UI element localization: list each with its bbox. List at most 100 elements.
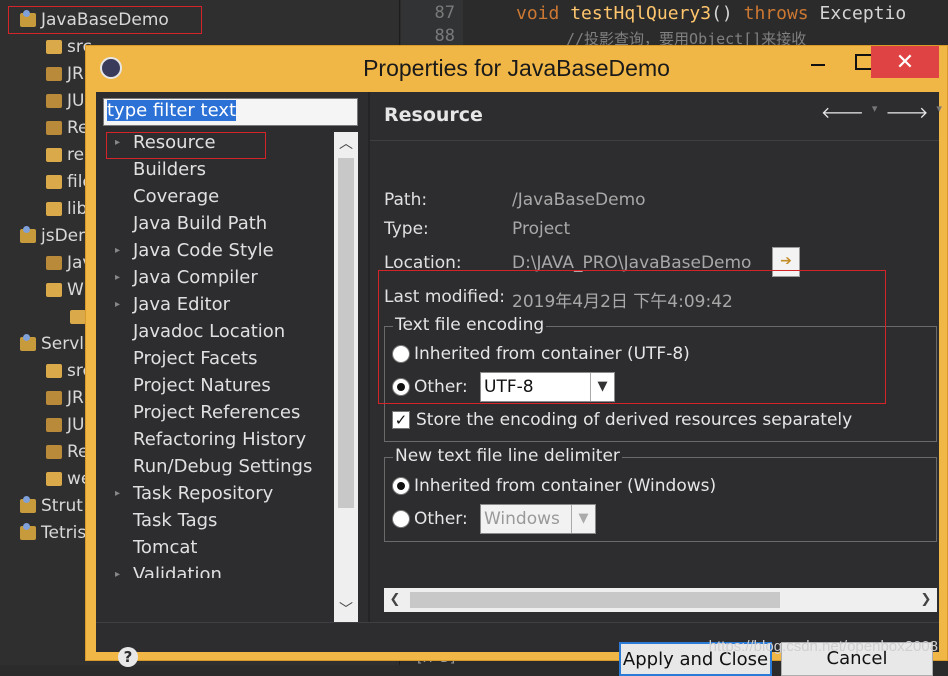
- radio-label: Other:: [414, 509, 468, 529]
- tree-item[interactable]: JR: [46, 384, 84, 411]
- nav-item-coverage[interactable]: Coverage: [133, 186, 219, 213]
- delimiter-inherited-radio[interactable]: Inherited from container (Windows): [392, 476, 716, 496]
- scroll-left-icon[interactable]: ❮: [384, 588, 406, 612]
- delimiter-select-value: Windows: [484, 509, 560, 529]
- code-keyword: void: [516, 3, 560, 24]
- nav-item-javadoc-location[interactable]: Javadoc Location: [133, 321, 285, 348]
- expand-icon[interactable]: ▸: [115, 569, 120, 580]
- folder-icon: [46, 201, 62, 216]
- code-type: Exceptio: [819, 3, 907, 24]
- tree-item[interactable]: lib: [46, 195, 87, 222]
- tree-item[interactable]: JU: [46, 87, 84, 114]
- footer-separator: [96, 622, 939, 623]
- scroll-thumb[interactable]: [410, 592, 780, 608]
- filter-input[interactable]: type filter text: [103, 98, 358, 126]
- path-label: Path:: [384, 190, 428, 210]
- close-button[interactable]: ✕: [871, 46, 939, 78]
- nav-item-validation[interactable]: Validation: [133, 564, 222, 578]
- page-navigation: 🡐 ▾ 🡒 ▾ ▾: [821, 102, 948, 122]
- tree-item[interactable]: Re: [46, 114, 89, 141]
- back-dropdown-icon[interactable]: ▾: [872, 102, 878, 122]
- library-icon: [46, 66, 62, 81]
- line-number-gutter: 87 88: [401, 0, 463, 48]
- nav-item-java-code-style[interactable]: Java Code Style: [133, 240, 274, 267]
- filter-input-text: type filter text: [107, 100, 237, 121]
- scroll-thumb[interactable]: [338, 158, 354, 508]
- expand-icon[interactable]: ▸: [115, 245, 120, 256]
- project-icon: [20, 333, 36, 351]
- back-arrow-icon[interactable]: 🡐: [821, 102, 864, 122]
- title-separator: [370, 140, 939, 141]
- line-number: 87: [434, 3, 455, 23]
- nav-item-project-references[interactable]: Project References: [133, 402, 300, 429]
- open-folder-icon: ➔: [780, 253, 792, 269]
- radio-label: Inherited from container (Windows): [414, 476, 717, 496]
- tree-label: JU: [67, 414, 85, 435]
- nav-item-java-compiler[interactable]: Java Compiler: [133, 267, 258, 294]
- tree-item[interactable]: Servle: [20, 330, 94, 357]
- minimize-button[interactable]: [795, 46, 841, 78]
- radio-icon: [392, 510, 410, 528]
- folder-icon: [46, 282, 62, 297]
- nav-item-refactoring-history[interactable]: Refactoring History: [133, 429, 306, 456]
- scroll-up-icon[interactable]: ︿: [334, 132, 358, 156]
- encoding-inherited-radio[interactable]: Inherited from container (UTF-8): [392, 344, 690, 364]
- nav-item-project-natures[interactable]: Project Natures: [133, 375, 271, 402]
- nav-item-task-repository[interactable]: Task Repository: [133, 483, 273, 510]
- chevron-down-icon[interactable]: ▼: [590, 373, 614, 401]
- nav-item-resource[interactable]: Resource: [133, 132, 216, 159]
- forward-arrow-icon[interactable]: 🡒: [885, 102, 928, 122]
- encoding-select[interactable]: UTF-8 ▼: [480, 372, 615, 402]
- library-icon: [46, 390, 62, 405]
- tree-item[interactable]: W: [46, 276, 84, 303]
- tree-label: JR: [67, 63, 84, 84]
- scroll-right-icon[interactable]: ❯: [915, 588, 937, 612]
- tree-item[interactable]: JR: [46, 60, 84, 87]
- folder-icon: [70, 309, 86, 324]
- dialog-title-bar[interactable]: Properties for JavaBaseDemo ✕: [86, 46, 947, 92]
- nav-item-task-tags[interactable]: Task Tags: [133, 510, 217, 537]
- help-icon[interactable]: ?: [118, 647, 138, 667]
- store-encoding-checkbox[interactable]: ✓ Store the encoding of derived resource…: [392, 410, 852, 430]
- expand-icon[interactable]: ▸: [115, 137, 120, 148]
- tree-item[interactable]: Strut: [20, 492, 83, 519]
- delimiter-other-radio[interactable]: Other:: [392, 509, 468, 529]
- folder-icon: [46, 471, 62, 486]
- forward-dropdown-icon[interactable]: ▾: [936, 102, 942, 122]
- nav-item-project-facets[interactable]: Project Facets: [133, 348, 257, 375]
- nav-item-tomcat[interactable]: Tomcat: [133, 537, 197, 564]
- watermark-text: https://blog.csdn.net/openbox2008: [708, 638, 938, 655]
- type-label: Type:: [384, 219, 429, 239]
- tree-scrollbar[interactable]: ︿ ﹀: [334, 132, 358, 622]
- package-folder-icon: [46, 39, 62, 54]
- path-value: /JavaBaseDemo: [512, 190, 646, 210]
- nav-item-builders[interactable]: Builders: [133, 159, 206, 186]
- expand-icon[interactable]: ▸: [115, 299, 120, 310]
- tree-root-project[interactable]: JavaBaseDemo: [20, 6, 169, 33]
- nav-item-run-debug-settings[interactable]: Run/Debug Settings: [133, 456, 312, 483]
- tree-label: JR: [67, 387, 84, 408]
- line-number: 88: [434, 26, 455, 46]
- folder-icon: [46, 147, 62, 162]
- pane-divider[interactable]: [368, 92, 370, 622]
- tree-item[interactable]: jsDem: [20, 222, 95, 249]
- tree-label: W: [67, 279, 84, 300]
- nav-item-java-editor[interactable]: Java Editor: [133, 294, 230, 321]
- folder-icon: [46, 174, 62, 189]
- expand-icon[interactable]: ▸: [115, 272, 120, 283]
- expand-icon[interactable]: ▸: [115, 488, 120, 499]
- scroll-down-icon[interactable]: ﹀: [334, 598, 358, 622]
- delimiter-select[interactable]: Windows ▼: [480, 504, 596, 534]
- encoding-other-radio[interactable]: Other:: [392, 377, 468, 397]
- library-icon: [46, 417, 62, 432]
- code-line: void testHqlQuery3() throws Exceptio: [516, 3, 906, 24]
- chevron-down-icon[interactable]: ▼: [571, 505, 595, 533]
- tree-item[interactable]: JU: [46, 411, 84, 438]
- nav-item-java-build-path[interactable]: Java Build Path: [133, 213, 267, 240]
- horizontal-scrollbar[interactable]: ❮ ❯: [384, 588, 937, 612]
- tree-label: Strut: [41, 495, 83, 516]
- properties-dialog: Properties for JavaBaseDemo ✕ type filte…: [85, 45, 948, 676]
- radio-selected-icon: [392, 378, 410, 396]
- tree-item[interactable]: Tetris: [20, 519, 86, 546]
- tree-item[interactable]: Re: [46, 438, 89, 465]
